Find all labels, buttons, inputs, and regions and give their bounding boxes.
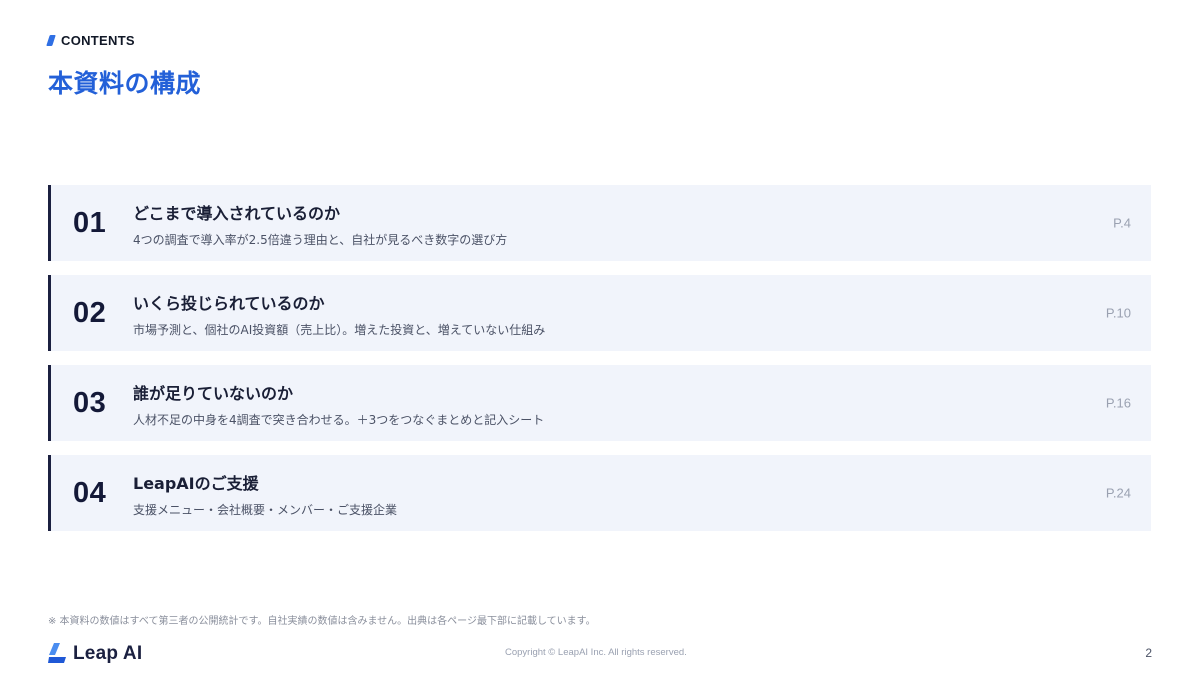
- page-title: 本資料の構成: [48, 69, 202, 98]
- toc-title: LeapAIのご支援: [133, 473, 259, 493]
- toc-title: いくら投じられているのか: [133, 293, 325, 313]
- toc-body: LeapAIのご支援 支援メニュー・会社概要・メンバー・ご支援企業: [133, 469, 1151, 518]
- footnote: ※ 本資料の数値はすべて第三者の公開統計です。自社実績の数値は含みません。出典は…: [48, 616, 596, 627]
- leap-ai-logo-icon: [48, 643, 66, 663]
- toc-title: 誰が足りていないのか: [133, 383, 294, 403]
- toc-body: 誰が足りていないのか 人材不足の中身を4調査で突き合わせる。＋3つをつなぐまとめ…: [133, 379, 1151, 428]
- toc-number: 03: [73, 386, 107, 419]
- brand-logo: Leap AI: [48, 643, 142, 665]
- toc-item-03[interactable]: 03 誰が足りていないのか 人材不足の中身を4調査で突き合わせる。＋3つをつなぐ…: [48, 365, 1151, 441]
- toc-body: どこまで導入されているのか 4つの調査で導入率が2.5倍違う理由と、自社が見るべ…: [133, 199, 1151, 248]
- slash-mark-icon: [46, 35, 56, 46]
- toc-body: いくら投じられているのか 市場予測と、個社のAI投資額（売上比）。増えた投資と、…: [133, 289, 1151, 338]
- eyebrow-label: CONTENTS: [61, 33, 135, 48]
- toc-description: 人材不足の中身を4調査で突き合わせる。＋3つをつなぐまとめと記入シート: [133, 412, 545, 427]
- toc-item-04[interactable]: 04 LeapAIのご支援 支援メニュー・会社概要・メンバー・ご支援企業 P.2…: [48, 455, 1151, 531]
- copyright: Copyright © LeapAI Inc. All rights reser…: [505, 647, 687, 658]
- toc-description: 4つの調査で導入率が2.5倍違う理由と、自社が見るべき数字の選び方: [133, 232, 508, 247]
- toc-description: 市場予測と、個社のAI投資額（売上比）。増えた投資と、増えていない仕組み: [133, 322, 546, 337]
- toc-number: 02: [73, 296, 107, 329]
- page-number: 2: [1145, 646, 1152, 660]
- section-eyebrow: CONTENTS: [46, 33, 135, 48]
- toc-page-ref: P.16: [1105, 395, 1131, 411]
- toc-number: 04: [73, 476, 107, 509]
- toc-item-01[interactable]: 01 どこまで導入されているのか 4つの調査で導入率が2.5倍違う理由と、自社が…: [48, 185, 1151, 261]
- toc-item-02[interactable]: 02 いくら投じられているのか 市場予測と、個社のAI投資額（売上比）。増えた投…: [48, 275, 1151, 351]
- slide: CONTENTS 本資料の構成 01 どこまで導入されているのか 4つの調査で導…: [0, 0, 1200, 675]
- table-of-contents: 01 どこまで導入されているのか 4つの調査で導入率が2.5倍違う理由と、自社が…: [48, 185, 1151, 545]
- toc-title: どこまで導入されているのか: [133, 203, 341, 223]
- toc-number: 01: [73, 206, 107, 239]
- brand-name: Leap AI: [73, 643, 143, 664]
- toc-page-ref: P.10: [1105, 305, 1131, 321]
- toc-page-ref: P.24: [1105, 485, 1131, 501]
- toc-page-ref: P.4: [1113, 215, 1131, 231]
- toc-description: 支援メニュー・会社概要・メンバー・ご支援企業: [133, 502, 398, 517]
